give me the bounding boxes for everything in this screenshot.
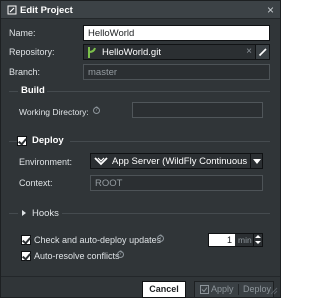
auto-resolve-label[interactable]: Auto-resolve conflicts <box>34 251 120 261</box>
spinner-down-icon[interactable] <box>255 241 261 244</box>
repository-value: HelloWorld.git <box>102 47 161 58</box>
help-icon[interactable]: ? <box>93 107 100 114</box>
help-icon[interactable]: ? <box>117 251 124 258</box>
working-directory-input[interactable] <box>132 102 263 118</box>
section-divider <box>9 91 18 92</box>
resize-grip-icon[interactable] <box>270 287 278 295</box>
chevron-down-icon[interactable] <box>250 154 262 168</box>
edit-repository-button[interactable] <box>255 45 269 59</box>
branch-input[interactable]: master <box>83 64 270 80</box>
dialog-titlebar[interactable]: Edit Project × <box>1 1 280 19</box>
cancel-button[interactable]: Cancel <box>142 281 186 298</box>
section-divider <box>70 141 270 142</box>
apply-icon <box>200 285 209 294</box>
help-icon[interactable]: ? <box>157 235 164 242</box>
name-label: Name: <box>9 28 36 38</box>
deploy-section-title: Deploy <box>32 135 64 146</box>
deploy-button[interactable]: Deploy <box>243 284 271 294</box>
spinner-up-icon[interactable] <box>255 235 261 238</box>
working-directory-label: Working Directory: <box>19 107 89 117</box>
section-divider <box>47 91 270 92</box>
hooks-section-title[interactable]: Hooks <box>32 208 59 219</box>
interval-value[interactable]: 1 <box>209 234 235 246</box>
environment-label: Environment: <box>19 157 73 167</box>
environment-select[interactable]: App Server (WildFly Continuous <box>90 153 263 169</box>
dialog-title: Edit Project <box>20 5 73 16</box>
branch-label: Branch: <box>9 67 41 77</box>
context-label: Context: <box>19 178 53 188</box>
clear-icon[interactable]: × <box>246 46 252 57</box>
auto-update-checkbox[interactable] <box>21 235 31 245</box>
edit-project-dialog: Edit Project × Name: HelloWorld Reposito… <box>0 0 281 298</box>
wildfly-icon <box>94 157 108 166</box>
name-input[interactable]: HelloWorld <box>83 25 270 41</box>
repository-label: Repository: <box>9 47 55 57</box>
apply-deploy-group: Apply Deploy <box>194 281 274 298</box>
expand-arrow-icon[interactable] <box>22 210 26 216</box>
auto-resolve-checkbox[interactable] <box>21 251 31 261</box>
deploy-checkbox[interactable] <box>17 136 27 146</box>
section-divider <box>62 213 270 214</box>
environment-value: App Server (WildFly Continuous <box>112 156 248 167</box>
git-branch-icon <box>88 47 96 58</box>
footer-divider <box>1 276 280 277</box>
interval-spinner[interactable]: 1 min <box>208 233 263 247</box>
repository-field[interactable]: HelloWorld.git × <box>83 44 270 60</box>
section-divider <box>9 213 18 214</box>
close-button[interactable]: × <box>267 3 274 17</box>
pencil-icon <box>258 48 267 57</box>
auto-update-label[interactable]: Check and auto-deploy updates <box>34 235 161 245</box>
pencil-icon <box>7 5 17 15</box>
apply-button[interactable]: Apply <box>211 284 234 294</box>
spinner-buttons[interactable] <box>253 234 262 246</box>
button-separator <box>238 284 239 295</box>
build-section-title: Build <box>21 85 45 96</box>
interval-unit: min <box>238 235 252 245</box>
context-input[interactable]: ROOT <box>90 175 263 191</box>
